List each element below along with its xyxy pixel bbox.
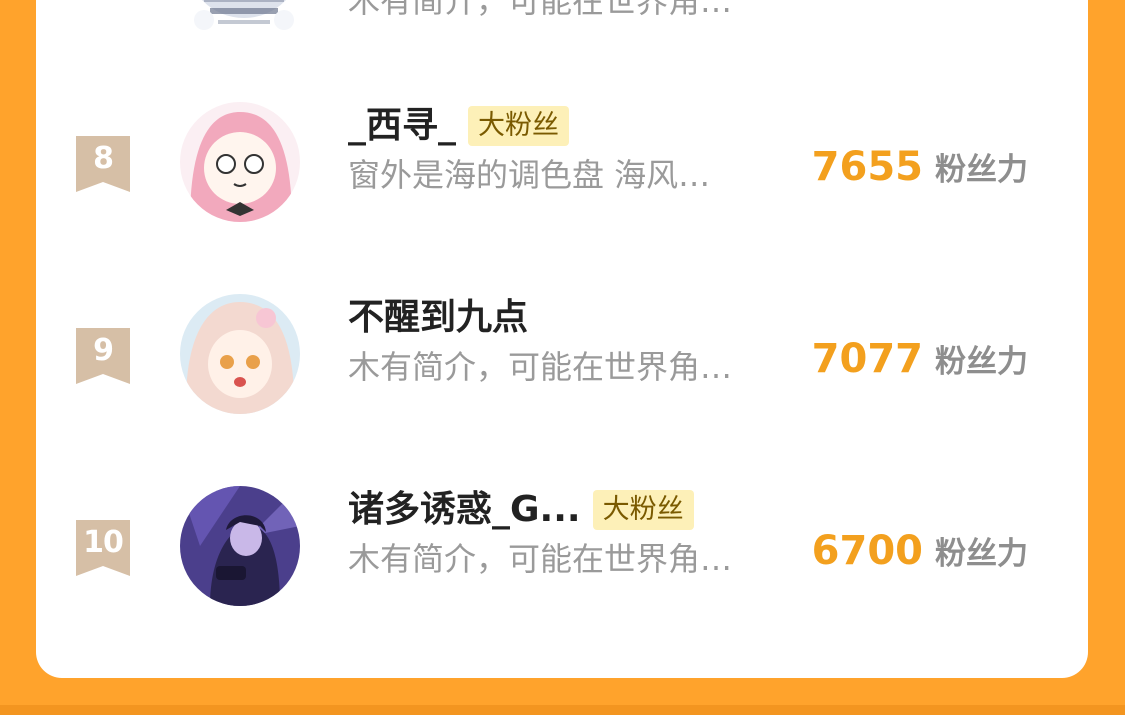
name-line: _西寻_ 大粉丝 xyxy=(348,103,570,149)
rank-badge: 10 xyxy=(76,520,130,576)
avatar-image xyxy=(180,486,300,606)
avatar[interactable] xyxy=(188,0,300,30)
avatar[interactable] xyxy=(180,486,300,606)
page-footer-shade xyxy=(0,705,1125,715)
fan-power-value: 6700 xyxy=(811,528,923,574)
user-intro: 窗外是海的调色盘 海风… xyxy=(348,156,711,194)
user-intro: 木有简介，可能在世界角… xyxy=(348,540,733,578)
ranking-card: 木有简介，可能在世界角… 8 _西寻_ 大粉丝 窗外是海的调色盘 海风… 765… xyxy=(36,0,1088,678)
avatar-image xyxy=(194,0,294,30)
avatar[interactable] xyxy=(180,102,300,222)
name-line: 诸多诱惑_G... 大粉丝 xyxy=(348,487,694,533)
avatar[interactable] xyxy=(180,294,300,414)
fan-power-value: 7655 xyxy=(811,144,923,190)
fan-power-label: 粉丝力 xyxy=(935,536,1028,572)
fan-power: 7655 粉丝力 xyxy=(812,142,1028,192)
rank-number: 9 xyxy=(93,333,114,368)
fan-level-badge: 大粉丝 xyxy=(592,490,694,530)
avatar-image xyxy=(180,102,300,222)
rank-number: 10 xyxy=(83,525,124,560)
avatar-image xyxy=(180,294,300,414)
user-name[interactable]: _西寻_ xyxy=(348,103,456,149)
user-name[interactable]: 诸多诱惑_G... xyxy=(348,487,581,533)
fan-level-badge: 大粉丝 xyxy=(468,106,570,146)
fan-power-label: 粉丝力 xyxy=(935,152,1028,188)
rank-badge: 8 xyxy=(76,136,130,192)
fan-power-label: 粉丝力 xyxy=(935,344,1028,380)
user-name[interactable]: 不醒到九点 xyxy=(348,295,528,341)
fan-power-value: 7077 xyxy=(811,336,923,382)
fan-power: 6700 粉丝力 xyxy=(812,526,1028,576)
user-intro: 木有简介，可能在世界角… xyxy=(348,348,733,386)
user-intro: 木有简介，可能在世界角… xyxy=(348,0,733,20)
name-line: 不醒到九点 xyxy=(348,295,528,341)
rank-number: 8 xyxy=(93,141,114,176)
list-item[interactable]: 9 不醒到九点 木有简介，可能在世界角… 7077 粉丝力 xyxy=(36,294,1088,424)
list-item[interactable]: 10 诸多诱惑_G... 大粉丝 木有简介，可能在世界角… 6700 粉丝力 xyxy=(36,486,1088,616)
fan-power: 7077 粉丝力 xyxy=(812,334,1028,384)
list-item[interactable]: 8 _西寻_ 大粉丝 窗外是海的调色盘 海风… 7655 粉丝力 xyxy=(36,102,1088,232)
rank-badge: 9 xyxy=(76,328,130,384)
